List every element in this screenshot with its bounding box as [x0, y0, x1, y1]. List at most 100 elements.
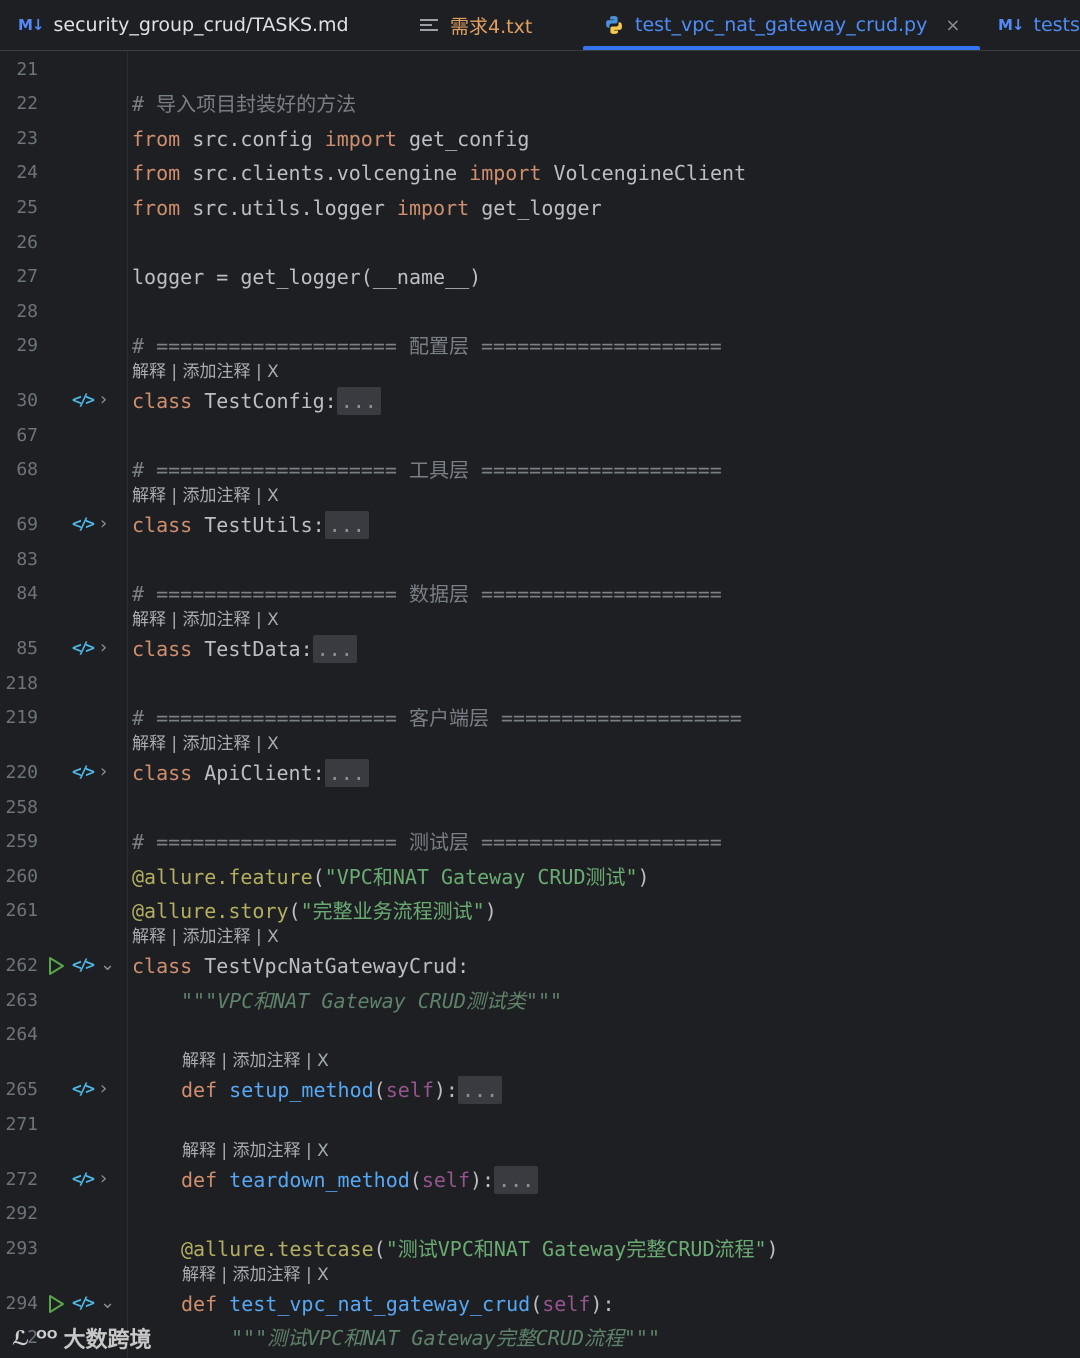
watermark-logo: ℒ ᴼᴼ: [12, 1326, 58, 1350]
implementation-icon[interactable]: </>: [72, 390, 95, 409]
line-number: 220: [5, 762, 38, 783]
chevron-right-icon[interactable]: ›: [100, 513, 107, 534]
code-comment: # ==================== 工具层 =============…: [132, 458, 722, 482]
string: "VPC和NAT Gateway CRUD测试": [324, 865, 638, 889]
identifier: get_config: [396, 127, 530, 151]
decorator: @allure.feature: [132, 865, 313, 889]
code-line-decorator: @allure.story("完整业务流程测试"): [132, 894, 497, 928]
folded-code-placeholder[interactable]: ...: [324, 511, 369, 539]
line-number: 219: [5, 707, 38, 728]
code-line-import: from src.config import get_config: [132, 122, 529, 156]
line-number: 30: [16, 390, 38, 411]
line-number: 265: [5, 1079, 38, 1100]
tab-tasks-md[interactable]: M↓ security_group_crud/TASKS.md: [18, 0, 349, 50]
line-number: 259: [5, 831, 38, 852]
line-number: 261: [5, 900, 38, 921]
decorator: @allure.testcase: [181, 1237, 374, 1261]
chevron-right-icon[interactable]: ›: [100, 1168, 107, 1189]
tab-tests-md[interactable]: M↓ tests: [998, 0, 1080, 50]
chevron-down-icon[interactable]: ⌄: [100, 1292, 115, 1313]
line-number: 67: [16, 425, 38, 446]
function-name: setup_method: [217, 1078, 374, 1102]
line-number: 293: [5, 1238, 38, 1259]
inlay-hint-actions[interactable]: 解释 | 添加注释 | X: [132, 360, 279, 384]
inlay-hint-actions[interactable]: 解释 | 添加注释 | X: [182, 1263, 329, 1287]
code-line-def: def setup_method(self):...: [181, 1073, 503, 1107]
keyword: class: [132, 637, 193, 661]
paren: ): [637, 865, 650, 889]
chevron-down-icon[interactable]: ⌄: [100, 954, 115, 975]
class-name: TestUtils:: [192, 513, 325, 537]
function-name: teardown_method: [217, 1168, 410, 1192]
folded-code-placeholder[interactable]: ...: [457, 1076, 503, 1104]
inlay-hint-actions[interactable]: 解释 | 添加注释 | X: [182, 1139, 329, 1163]
identifier: VolcengineClient: [541, 161, 747, 185]
self-param: self: [421, 1168, 470, 1192]
keyword: class: [132, 389, 193, 413]
inlay-hint-actions[interactable]: 解释 | 添加注释 | X: [132, 925, 279, 949]
keyword: class: [132, 513, 193, 537]
line-number: 25: [16, 197, 38, 218]
code-line-def: def test_vpc_nat_gateway_crud(self):: [181, 1287, 615, 1321]
inlay-hint-actions[interactable]: 解释 | 添加注释 | X: [132, 608, 279, 632]
folded-code-placeholder[interactable]: ...: [494, 1166, 539, 1194]
code-docstring: """测试VPC和NAT Gateway完整CRUD流程""": [231, 1326, 660, 1350]
keyword: def: [181, 1168, 218, 1192]
code-line-class: class ApiClient:...: [132, 756, 369, 790]
line-number: 264: [5, 1024, 38, 1045]
line-number: 85: [16, 638, 38, 659]
close-icon[interactable]: ×: [945, 15, 960, 36]
run-icon[interactable]: [46, 1294, 66, 1314]
inlay-hint-actions[interactable]: 解释 | 添加注释 | X: [182, 1049, 329, 1073]
tab-label: security_group_crud/TASKS.md: [53, 14, 349, 36]
keyword: class: [132, 954, 193, 978]
implementation-icon[interactable]: </>: [72, 955, 95, 974]
line-number: 292: [5, 1203, 38, 1224]
implementation-icon[interactable]: </>: [72, 762, 95, 781]
implementation-icon[interactable]: </>: [72, 638, 95, 657]
line-number: 68: [16, 459, 38, 480]
implementation-icon[interactable]: </>: [72, 1293, 95, 1312]
chevron-right-icon[interactable]: ›: [100, 637, 107, 658]
keyword: class: [132, 761, 193, 785]
code-comment: # ==================== 数据层 =============…: [132, 582, 722, 606]
folded-code-placeholder[interactable]: ...: [336, 387, 381, 415]
implementation-icon[interactable]: </>: [72, 514, 95, 533]
tab-test-vpc-nat-gateway-crud[interactable]: test_vpc_nat_gateway_crud.py ×: [583, 0, 980, 50]
tab-requirements-txt[interactable]: 需求4.txt: [420, 0, 532, 50]
chevron-right-icon[interactable]: ›: [100, 761, 107, 782]
inlay-hint-actions[interactable]: 解释 | 添加注释 | X: [132, 484, 279, 508]
keyword: from: [132, 127, 181, 151]
line-number: 262: [5, 955, 38, 976]
self-param: self: [385, 1078, 434, 1102]
implementation-icon[interactable]: </>: [72, 1079, 95, 1098]
line-number: 84: [16, 583, 38, 604]
line-number: 29: [16, 335, 38, 356]
function-name: test_vpc_nat_gateway_crud: [217, 1292, 531, 1316]
paren: ):: [590, 1292, 615, 1316]
run-icon[interactable]: [46, 956, 66, 976]
class-name: ApiClient:: [192, 761, 325, 785]
chevron-right-icon[interactable]: ›: [100, 389, 107, 410]
line-number: 27: [16, 266, 38, 287]
code-line-logger: logger = get_logger(__name__): [132, 265, 482, 289]
editor-tab-bar: M↓ security_group_crud/TASKS.md 需求4.txt …: [0, 0, 1080, 51]
paren: (: [409, 1168, 422, 1192]
self-param: self: [542, 1292, 591, 1316]
paren: ): [484, 899, 497, 923]
line-number: 28: [16, 301, 38, 322]
string: "测试VPC和NAT Gateway完整CRUD流程": [385, 1237, 767, 1261]
line-number: 294: [5, 1293, 38, 1314]
folded-code-placeholder[interactable]: ...: [324, 759, 369, 787]
chevron-right-icon[interactable]: ›: [100, 1078, 107, 1099]
paren: ):: [470, 1168, 495, 1192]
line-number: 22: [16, 93, 38, 114]
folded-code-placeholder[interactable]: ...: [312, 635, 357, 663]
paren: (: [530, 1292, 543, 1316]
inlay-hint-actions[interactable]: 解释 | 添加注释 | X: [132, 732, 279, 756]
code-docstring: """VPC和NAT Gateway CRUD测试类""": [181, 989, 563, 1013]
paren: (: [288, 899, 301, 923]
line-number: 69: [16, 514, 38, 535]
implementation-icon[interactable]: </>: [72, 1169, 95, 1188]
line-number: 23: [16, 128, 38, 149]
